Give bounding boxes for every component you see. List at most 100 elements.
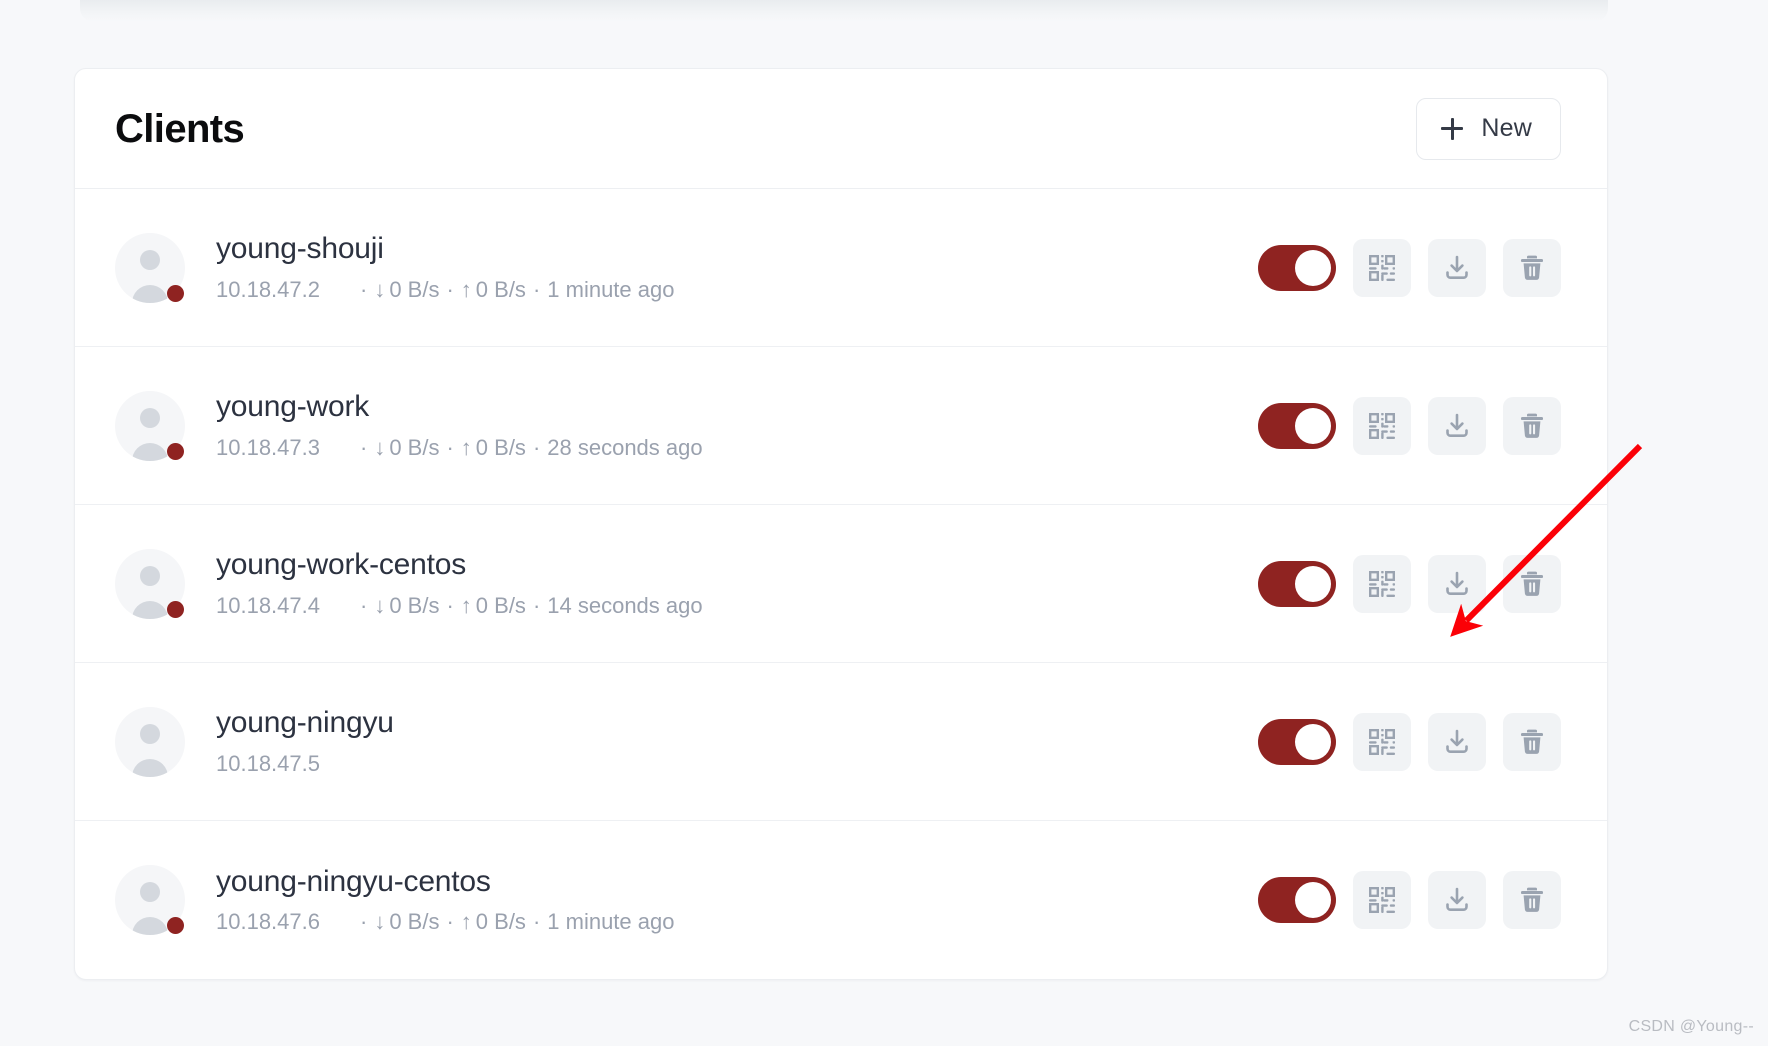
qr-code-icon — [1367, 727, 1397, 757]
toggle-knob — [1295, 723, 1331, 760]
arrow-up-icon: ↑ — [460, 592, 472, 618]
separator: · — [532, 434, 541, 460]
qr-code-icon — [1367, 411, 1397, 441]
client-row[interactable]: young-work 10.18.47.3 · ↓ 0 B/s · ↑ 0 B/s · 28 se… — [75, 347, 1607, 505]
delete-client-button[interactable] — [1503, 238, 1561, 297]
download-config-button[interactable] — [1428, 712, 1486, 771]
download-config-button[interactable] — [1428, 396, 1486, 455]
last-seen: 1 minute ago — [547, 276, 675, 302]
page-title: Clients — [115, 106, 245, 151]
status-badge — [167, 442, 184, 460]
client-enable-toggle[interactable] — [1258, 560, 1336, 607]
download-icon — [1442, 885, 1472, 915]
download-icon — [1442, 727, 1472, 757]
status-badge — [167, 917, 184, 934]
delete-client-button[interactable] — [1503, 871, 1561, 929]
client-enable-toggle[interactable] — [1258, 877, 1336, 923]
separator: · — [532, 276, 541, 302]
avatar-placeholder-icon — [115, 706, 185, 777]
client-enable-toggle[interactable] — [1258, 402, 1336, 449]
toggle-knob — [1295, 407, 1331, 444]
page-root: Clients New young-shouji 10.18.47.2 · ↓ 0 B/… — [0, 0, 1768, 1046]
client-row[interactable]: young-shouji 10.18.47.2 · ↓ 0 B/s · ↑ 0 B/s · 1 m… — [75, 189, 1607, 347]
qr-code-button[interactable] — [1353, 396, 1411, 455]
clients-card: Clients New young-shouji 10.18.47.2 · ↓ 0 B/… — [74, 68, 1608, 980]
client-ip: 10.18.47.3 — [216, 434, 320, 460]
delete-client-button[interactable] — [1503, 396, 1561, 455]
download-config-button[interactable] — [1428, 554, 1486, 613]
client-traffic-stats: · ↓ 0 B/s · ↑ 0 B/s · 1 minute ago — [353, 909, 674, 935]
client-name: young-ningyu-centos — [216, 864, 491, 898]
toggle-knob — [1295, 882, 1331, 918]
client-ip: 10.18.47.6 — [216, 909, 320, 935]
status-badge — [167, 284, 184, 302]
qr-code-icon — [1367, 569, 1397, 599]
client-actions — [1258, 712, 1561, 771]
upload-rate: 0 B/s — [475, 909, 526, 935]
client-traffic-stats: · ↓ 0 B/s · ↑ 0 B/s · 1 minute ago — [353, 277, 674, 303]
download-config-button[interactable] — [1428, 238, 1486, 297]
avatar — [115, 548, 185, 619]
client-row[interactable]: young-work-centos 10.18.47.4 · ↓ 0 B/s · ↑ 0 B/… — [75, 505, 1607, 663]
separator: · — [360, 909, 368, 935]
delete-client-button[interactable] — [1503, 554, 1561, 613]
download-rate: 0 B/s — [389, 909, 440, 935]
status-badge — [167, 600, 184, 618]
download-config-button[interactable] — [1428, 871, 1486, 929]
arrow-down-icon: ↓ — [374, 909, 386, 935]
avatar — [115, 706, 185, 777]
client-ip: 10.18.47.5 — [216, 750, 320, 776]
client-meta: 10.18.47.6 · ↓ 0 B/s · ↑ 0 B/s · 1 minute ago — [216, 909, 1258, 935]
client-meta: 10.18.47.5 — [216, 751, 1258, 777]
delete-client-button[interactable] — [1503, 712, 1561, 771]
separator: · — [360, 434, 368, 460]
separator: · — [446, 909, 454, 935]
download-icon — [1442, 569, 1472, 599]
toggle-knob — [1295, 249, 1331, 286]
client-actions — [1258, 238, 1561, 297]
card-header: Clients New — [75, 69, 1607, 189]
trash-icon — [1517, 727, 1547, 757]
client-info: young-work-centos 10.18.47.4 · ↓ 0 B/s · ↑ 0 B/… — [216, 548, 1258, 619]
client-actions — [1258, 554, 1561, 613]
client-ip: 10.18.47.2 — [216, 276, 320, 302]
client-enable-toggle[interactable] — [1258, 244, 1336, 291]
client-info: young-shouji 10.18.47.2 · ↓ 0 B/s · ↑ 0 B/s · 1 m… — [216, 232, 1258, 303]
separator: · — [532, 592, 541, 618]
new-client-button[interactable]: New — [1416, 97, 1561, 160]
clients-list: young-shouji 10.18.47.2 · ↓ 0 B/s · ↑ 0 B/s · 1 m… — [75, 189, 1607, 979]
last-seen: 1 minute ago — [547, 909, 675, 935]
client-meta: 10.18.47.2 · ↓ 0 B/s · ↑ 0 B/s · 1 minute ago — [216, 277, 1258, 303]
separator: · — [446, 592, 454, 618]
watermark: CSDN @Young-- — [1628, 1018, 1754, 1035]
client-info: young-ningyu 10.18.47.5 — [216, 706, 1258, 777]
new-client-button-label: New — [1481, 114, 1532, 142]
arrow-up-icon: ↑ — [460, 909, 472, 935]
client-info: young-ningyu-centos 10.18.47.6 · ↓ 0 B/s · ↑ 0 … — [216, 865, 1258, 936]
last-seen: 14 seconds ago — [547, 592, 703, 618]
trash-icon — [1517, 411, 1547, 441]
qr-code-button[interactable] — [1353, 871, 1411, 929]
arrow-down-icon: ↓ — [374, 276, 386, 302]
download-rate: 0 B/s — [389, 592, 440, 618]
arrow-down-icon: ↓ — [374, 592, 386, 618]
top-strip-decoration — [80, 0, 1608, 22]
qr-code-button[interactable] — [1353, 238, 1411, 297]
client-name: young-shouji — [216, 232, 384, 266]
upload-rate: 0 B/s — [475, 276, 526, 302]
last-seen: 28 seconds ago — [547, 434, 703, 460]
trash-icon — [1517, 885, 1547, 915]
avatar — [115, 232, 185, 303]
upload-rate: 0 B/s — [475, 592, 526, 618]
arrow-up-icon: ↑ — [460, 434, 472, 460]
separator: · — [532, 909, 541, 935]
qr-code-button[interactable] — [1353, 554, 1411, 613]
client-row[interactable]: young-ningyu-centos 10.18.47.6 · ↓ 0 B/s · ↑ 0 … — [75, 821, 1607, 979]
client-row[interactable]: young-ningyu 10.18.47.5 — [75, 663, 1607, 821]
arrow-down-icon: ↓ — [374, 434, 386, 460]
qr-code-button[interactable] — [1353, 712, 1411, 771]
download-icon — [1442, 411, 1472, 441]
client-enable-toggle[interactable] — [1258, 718, 1336, 765]
client-name: young-work-centos — [216, 548, 467, 582]
trash-icon — [1517, 569, 1547, 599]
